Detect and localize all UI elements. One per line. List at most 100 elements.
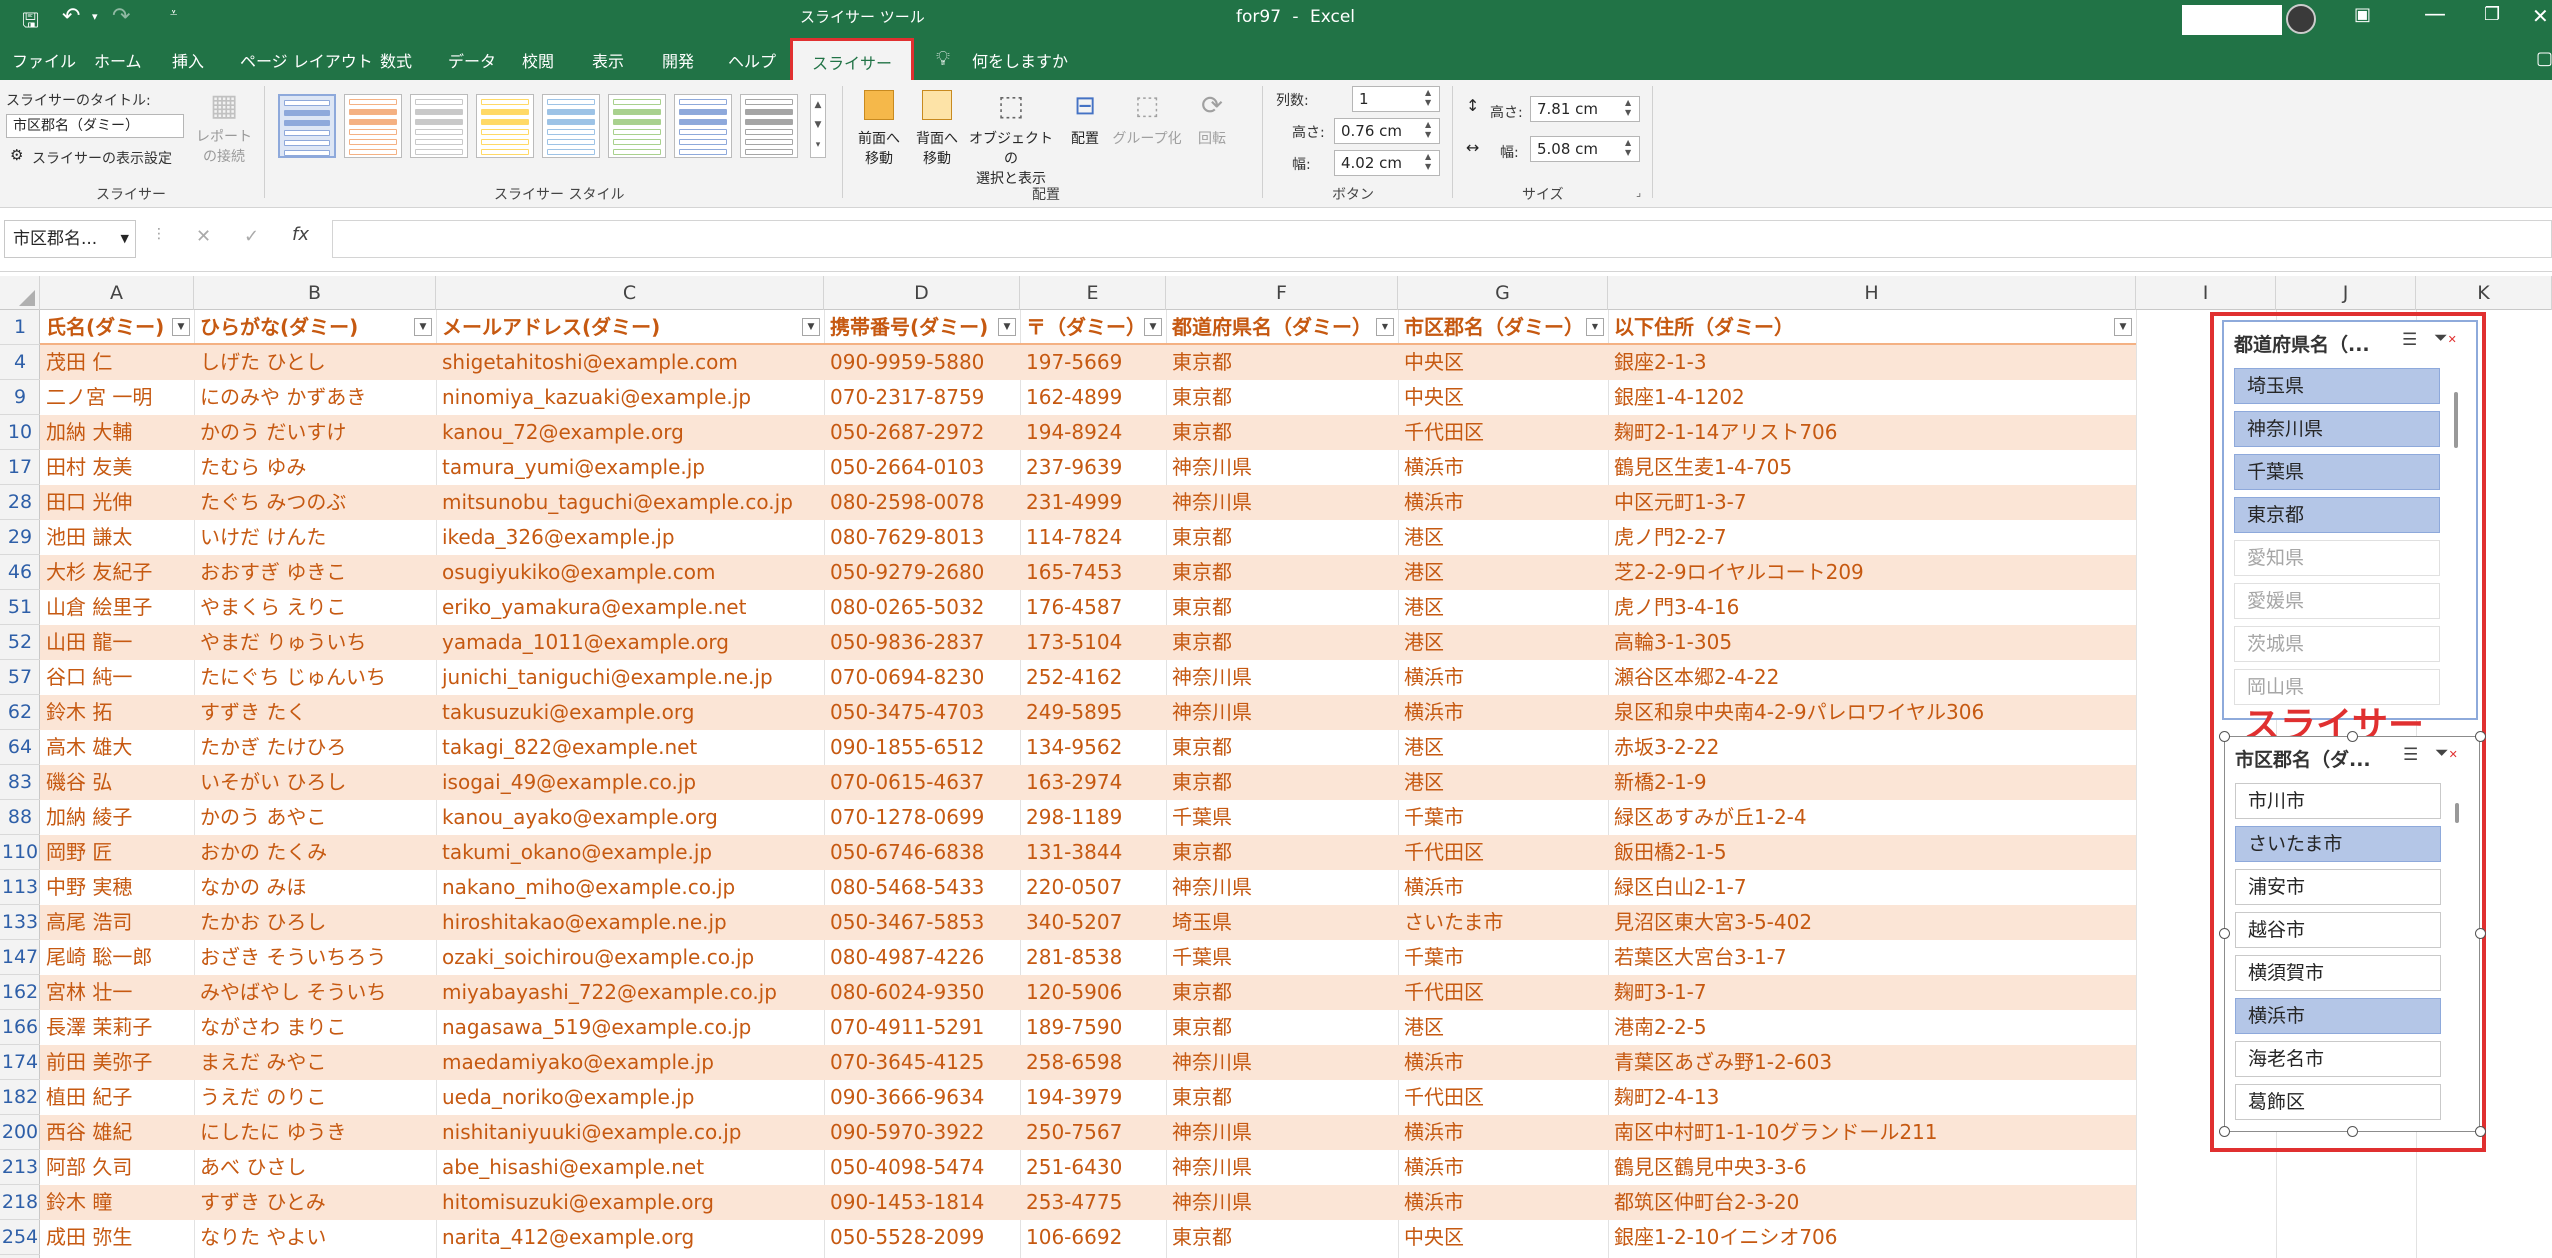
cell-phone[interactable]: 090-1453-1814 bbox=[824, 1185, 1020, 1220]
undo-dropdown-icon[interactable]: ▾ bbox=[92, 10, 98, 23]
cell-email[interactable]: maedamiyako@example.jp bbox=[436, 1045, 824, 1080]
cell-kana[interactable]: おざき そういちろう bbox=[194, 940, 436, 975]
cell-email[interactable]: takusuzuki@example.org bbox=[436, 695, 824, 730]
row-header[interactable]: 4 bbox=[0, 345, 40, 380]
cell-city[interactable]: 港区 bbox=[1398, 555, 1608, 590]
slicer-style-option[interactable] bbox=[542, 94, 600, 158]
filter-dropdown-icon[interactable]: ▼ bbox=[414, 318, 432, 336]
account-box[interactable] bbox=[2182, 5, 2282, 35]
tab-formulas[interactable]: 数式 bbox=[380, 48, 412, 72]
cell-address[interactable]: 麹町3-1-7 bbox=[1608, 975, 2136, 1010]
save-icon[interactable]: 🖫 bbox=[22, 6, 39, 40]
slicer-style-option[interactable] bbox=[278, 94, 336, 158]
row-header[interactable]: 113 bbox=[0, 870, 40, 905]
cell-address[interactable]: 銀座1-2-10イニシオ706 bbox=[1608, 1220, 2136, 1255]
cell-email[interactable]: ozaki_soichirou@example.co.jp bbox=[436, 940, 824, 975]
column-header-f[interactable]: F bbox=[1166, 276, 1398, 310]
cell-address[interactable]: 銀座2-1-3 bbox=[1608, 345, 2136, 380]
cell-kana[interactable]: たむら ゆみ bbox=[194, 450, 436, 485]
cell-kana[interactable]: なりた やよい bbox=[194, 1220, 436, 1255]
cell-kana[interactable]: おかの たくみ bbox=[194, 835, 436, 870]
cell-kana[interactable]: いけだ けんた bbox=[194, 520, 436, 555]
cell-kana[interactable]: たにぐち じゅんいち bbox=[194, 660, 436, 695]
column-header-b[interactable]: B bbox=[194, 276, 436, 310]
cell-zip[interactable]: 251-6430 bbox=[1020, 1150, 1166, 1185]
cell-name[interactable]: 加納 綾子 bbox=[40, 800, 194, 835]
row-header[interactable]: 52 bbox=[0, 625, 40, 660]
cell-city[interactable]: 横浜市 bbox=[1398, 450, 1608, 485]
cell-city[interactable]: 港区 bbox=[1398, 730, 1608, 765]
cell-prefecture[interactable]: 千葉県 bbox=[1166, 940, 1398, 975]
selection-pane-button[interactable]: ⬚ オブジェクトの 選択と表示 bbox=[966, 88, 1056, 187]
table-header-email[interactable]: メールアドレス(ダミー) ▼ bbox=[436, 310, 824, 345]
cell-zip[interactable]: 176-4587 bbox=[1020, 590, 1166, 625]
column-header-d[interactable]: D bbox=[824, 276, 1020, 310]
tell-me-search[interactable]: 何をしますか bbox=[972, 48, 1068, 72]
resize-handle[interactable] bbox=[2475, 1126, 2486, 1137]
row-header[interactable]: 46 bbox=[0, 555, 40, 590]
slicer-item[interactable]: 海老名市 bbox=[2235, 1041, 2441, 1077]
slicer-settings-button[interactable]: スライサーの表示設定 bbox=[32, 148, 172, 168]
cell-city[interactable]: さいたま市 bbox=[1398, 905, 1608, 940]
cell-prefecture[interactable]: 東京都 bbox=[1166, 625, 1398, 660]
cell-zip[interactable]: 106-6692 bbox=[1020, 1220, 1166, 1255]
cell-address[interactable]: 緑区白山2-1-7 bbox=[1608, 870, 2136, 905]
cell-zip[interactable]: 163-2974 bbox=[1020, 765, 1166, 800]
cell-name[interactable]: 加納 大輔 bbox=[40, 415, 194, 450]
cell-phone[interactable]: 050-9836-2837 bbox=[824, 625, 1020, 660]
row-header[interactable]: 174 bbox=[0, 1045, 40, 1080]
spin-icon[interactable]: ▲ ▼ bbox=[1625, 138, 1637, 158]
table-header-name[interactable]: 氏名(ダミー) ▼ bbox=[40, 310, 194, 345]
cell-city[interactable]: 港区 bbox=[1398, 590, 1608, 625]
row-header[interactable]: 200 bbox=[0, 1115, 40, 1150]
slicer-item[interactable]: 葛飾区 bbox=[2235, 1084, 2441, 1120]
column-header-g[interactable]: G bbox=[1398, 276, 1608, 310]
cell-email[interactable]: narita_412@example.org bbox=[436, 1220, 824, 1255]
cell-address[interactable]: 銀座1-4-1202 bbox=[1608, 380, 2136, 415]
cell-phone[interactable]: 050-4098-5474 bbox=[824, 1150, 1020, 1185]
cell-zip[interactable]: 173-5104 bbox=[1020, 625, 1166, 660]
cell-kana[interactable]: ながさわ まりこ bbox=[194, 1010, 436, 1045]
column-header-k[interactable]: K bbox=[2416, 276, 2552, 310]
filter-dropdown-icon[interactable]: ▼ bbox=[172, 318, 190, 336]
row-header[interactable]: 166 bbox=[0, 1010, 40, 1045]
cell-zip[interactable]: 250-7567 bbox=[1020, 1115, 1166, 1150]
cell-email[interactable]: miyabayashi_722@example.co.jp bbox=[436, 975, 824, 1010]
clear-filter-icon[interactable]: ⏷✕ bbox=[2435, 743, 2458, 763]
row-header[interactable]: 64 bbox=[0, 730, 40, 765]
slicer-item[interactable]: 愛知県 bbox=[2234, 540, 2440, 576]
resize-handle[interactable] bbox=[2475, 928, 2486, 939]
cell-email[interactable]: ueda_noriko@example.jp bbox=[436, 1080, 824, 1115]
cell-city[interactable]: 千葉市 bbox=[1398, 800, 1608, 835]
slicer-item[interactable]: 横浜市 bbox=[2235, 998, 2441, 1034]
cell-email[interactable]: kanou_ayako@example.org bbox=[436, 800, 824, 835]
cell-email[interactable]: junichi_taniguchi@example.ne.jp bbox=[436, 660, 824, 695]
cell-phone[interactable]: 050-5528-2099 bbox=[824, 1220, 1020, 1255]
row-header[interactable]: 17 bbox=[0, 450, 40, 485]
cell-zip[interactable]: 120-5906 bbox=[1020, 975, 1166, 1010]
cell-city[interactable]: 横浜市 bbox=[1398, 870, 1608, 905]
cell-name[interactable]: 谷口 純一 bbox=[40, 660, 194, 695]
cell-name[interactable]: 岡野 匠 bbox=[40, 835, 194, 870]
slicer-style-option[interactable] bbox=[344, 94, 402, 158]
slicer-item[interactable]: 横須賀市 bbox=[2235, 955, 2441, 991]
cell-phone[interactable]: 070-0615-4637 bbox=[824, 765, 1020, 800]
slicer-item[interactable]: 埼玉県 bbox=[2234, 368, 2440, 404]
row-header[interactable]: 88 bbox=[0, 800, 40, 835]
cell-address[interactable]: 若葉区大宮台3-1-7 bbox=[1608, 940, 2136, 975]
tab-review[interactable]: 校閲 bbox=[522, 48, 554, 72]
cell-email[interactable]: ikeda_326@example.jp bbox=[436, 520, 824, 555]
tab-home[interactable]: ホーム bbox=[94, 48, 142, 72]
column-header-j[interactable]: J bbox=[2276, 276, 2416, 310]
cell-address[interactable]: 高輪3-1-305 bbox=[1608, 625, 2136, 660]
resize-handle[interactable] bbox=[2347, 1126, 2358, 1137]
cell-email[interactable]: nishitaniyuuki@example.co.jp bbox=[436, 1115, 824, 1150]
column-header-i[interactable]: I bbox=[2136, 276, 2276, 310]
cell-phone[interactable]: 070-3645-4125 bbox=[824, 1045, 1020, 1080]
cell-prefecture[interactable]: 神奈川県 bbox=[1166, 870, 1398, 905]
cell-name[interactable]: 中野 実穂 bbox=[40, 870, 194, 905]
cell-zip[interactable]: 114-7824 bbox=[1020, 520, 1166, 555]
cell-zip[interactable]: 237-9639 bbox=[1020, 450, 1166, 485]
cell-phone[interactable]: 070-2317-8759 bbox=[824, 380, 1020, 415]
align-button[interactable]: ⊟ 配置 bbox=[1060, 88, 1110, 184]
